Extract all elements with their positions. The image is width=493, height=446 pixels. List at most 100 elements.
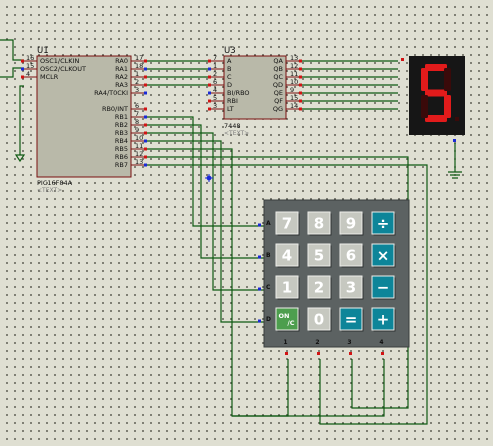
u3-pin-marker xyxy=(208,75,211,79)
keypad-key-label: 2 xyxy=(314,279,324,297)
u1-pin-number: 1 xyxy=(135,70,139,78)
u1-pin-number: 7 xyxy=(135,110,139,118)
u1-pin-number: 11 xyxy=(135,142,143,150)
keypad-col-marker xyxy=(349,352,352,355)
wire-rb2-row-b xyxy=(146,124,264,259)
u3-pin-number: 7 xyxy=(213,54,217,62)
schematic-canvas[interactable]: U1 PIC16F84A <TEXT> 16 OSC1/CLKIN 15 OSC2/C… xyxy=(0,0,493,442)
u1-pin-marker xyxy=(144,83,147,87)
u1-pin-number: 4 xyxy=(26,70,30,78)
segment-c xyxy=(444,95,451,118)
u3-pin-name: QC xyxy=(273,73,283,81)
u1-pin-name: RB7 xyxy=(115,161,128,169)
u3-pin-number: 9 xyxy=(290,86,294,94)
u3-pin-name: D xyxy=(227,81,232,89)
u3-pin-number: 10 xyxy=(290,78,298,86)
u1-pin-name: RA3 xyxy=(115,81,128,89)
u1-pin-marker xyxy=(144,75,147,79)
wire-osc2 xyxy=(0,67,24,78)
u3-pin-marker xyxy=(208,59,211,63)
u1-pin-marker xyxy=(144,115,147,119)
u1-ref: U1 xyxy=(37,46,49,56)
u3-pin-number: 3 xyxy=(213,102,217,110)
u3-pin-number: 6 xyxy=(213,78,217,86)
u3-pin-name: B xyxy=(227,65,231,73)
u1-part: PIC16F84A xyxy=(37,179,73,187)
keypad-col-label: 1 xyxy=(283,339,287,346)
u3-pin-marker xyxy=(299,99,302,103)
keypad-col-label: 3 xyxy=(347,339,351,346)
u1-pin-number: 6 xyxy=(135,102,139,110)
u1-pin-name: RB0/INT xyxy=(102,105,128,113)
u3-pin-marker xyxy=(208,107,211,111)
u3-pin-marker xyxy=(299,67,302,71)
wire-mclr xyxy=(19,85,24,155)
u3-pin-marker xyxy=(299,107,302,111)
u3-pin-number: 14 xyxy=(290,102,298,110)
keypad-key-label: 1 xyxy=(282,279,292,297)
u3-pin-name: QF xyxy=(274,97,283,105)
keypad-col-marker xyxy=(285,352,288,355)
u3-pin-marker xyxy=(208,83,211,87)
u1-pin-name: OSC2/CLKOUT xyxy=(40,65,86,73)
schematic-svg: U1 PIC16F84A <TEXT> 16 OSC1/CLKIN15 OSC2/C… xyxy=(0,39,465,425)
u3-pin-name: QA xyxy=(273,57,283,65)
u1-pin-name: RB4 xyxy=(115,137,128,145)
u1-pin-name: RA2 xyxy=(115,73,128,81)
keypad-key-label: = xyxy=(345,311,358,329)
wire-osc1 xyxy=(0,39,24,61)
u3-pin-number: 12 xyxy=(290,62,298,70)
keypad-key-label: 5 xyxy=(314,247,324,265)
u1-pin-marker xyxy=(21,75,24,79)
u1-pin-name: RA0 xyxy=(115,57,128,65)
u3-pin-marker xyxy=(299,91,302,95)
u1-pin-name: RA4/T0CKI xyxy=(94,89,128,97)
u3-pin-name: QB xyxy=(273,65,283,73)
u1-pin-marker xyxy=(144,107,147,111)
u1-pin-marker xyxy=(144,139,147,143)
u3-text: <TEXT> xyxy=(224,130,249,137)
u3-pin-name: BI/RBO xyxy=(227,89,250,97)
keypad[interactable]: 7 8 9 ÷4 5 6 ×1 2 3 −ON/C 0 = + ABCD1 2 3 4 xyxy=(258,199,410,355)
u1-pin-number: 15 xyxy=(26,62,34,70)
segment-f xyxy=(421,68,428,91)
u1-pin-marker xyxy=(21,67,24,71)
u1-pin-name: RB1 xyxy=(115,113,128,121)
u1-pin-number: 9 xyxy=(135,126,139,134)
display-pin-marker xyxy=(401,58,404,61)
keypad-row-label: A xyxy=(266,220,271,227)
u1-pin-name: RA1 xyxy=(115,65,128,73)
u1-pin-name: RB3 xyxy=(115,129,128,137)
u1-pin-number: 3 xyxy=(135,86,139,94)
keypad-key-label: 9 xyxy=(346,215,356,233)
u3-7448[interactable]: U3 7448 <TEXT> 7 A 1 B 2 C 6 D 4 BI/RBO 5 RBI 3 LT 13 Q… xyxy=(208,46,302,137)
u1-pin-number: 12 xyxy=(135,150,143,158)
u3-ref: U3 xyxy=(224,46,236,56)
keypad-row-label: D xyxy=(266,316,271,323)
u3-pin-name: C xyxy=(227,73,232,81)
keypad-row-marker xyxy=(258,223,261,227)
keypad-row-label: C xyxy=(266,284,271,291)
u3-pin-name: QG xyxy=(273,105,283,113)
wire-col-1 xyxy=(232,359,289,417)
display-common-marker xyxy=(453,139,456,142)
u1-pin-marker xyxy=(144,91,147,95)
u3-pin-name: QD xyxy=(273,81,283,89)
u3-pin-marker xyxy=(299,75,302,79)
keypad-col-label: 4 xyxy=(379,339,383,346)
probe-cross xyxy=(205,174,213,182)
keypad-key-label: − xyxy=(377,279,390,297)
u3-pin-number: 2 xyxy=(213,70,217,78)
keypad-key-label: 4 xyxy=(282,247,292,265)
keypad-key-label: + xyxy=(377,311,390,329)
segment-dp xyxy=(455,117,459,121)
u1-pic16f84a[interactable]: U1 PIC16F84A <TEXT> 16 OSC1/CLKIN15 OSC2/C… xyxy=(21,46,147,194)
u3-pin-number: 11 xyxy=(290,70,298,78)
u1-pin-number: 10 xyxy=(135,134,143,142)
u3-pin-marker xyxy=(299,83,302,87)
u3-pin-marker xyxy=(299,59,302,63)
u1-pin-name: RB6 xyxy=(115,153,128,161)
u1-pin-marker xyxy=(144,123,147,127)
u1-pin-marker xyxy=(21,59,24,63)
keypad-key-label: 8 xyxy=(314,215,324,233)
